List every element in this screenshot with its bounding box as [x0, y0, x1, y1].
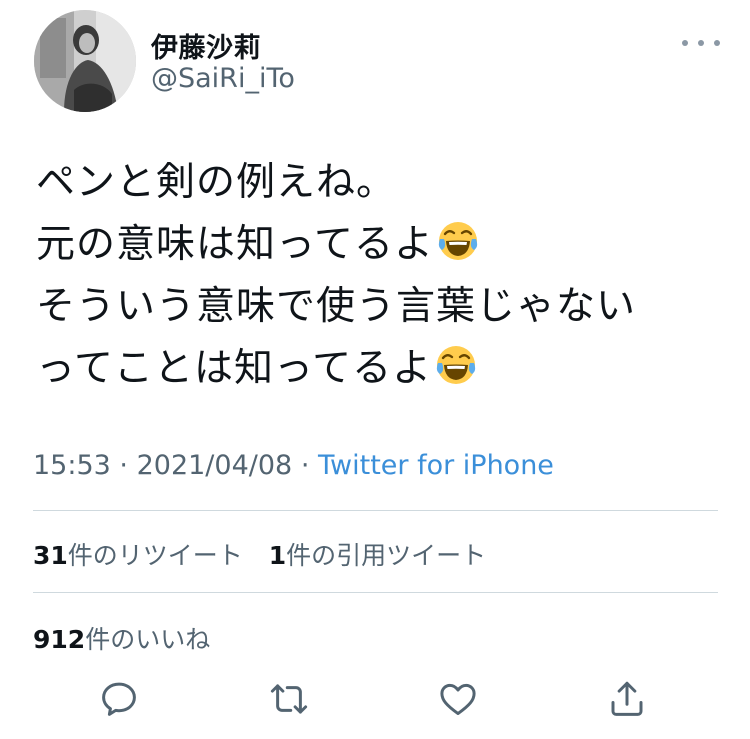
tweet-line-text: ってことは知ってるよ: [36, 346, 433, 391]
quotes-count: 1: [268, 541, 287, 570]
separator: ·: [300, 450, 310, 481]
heart-icon: [440, 683, 476, 716]
likes-count: 912: [33, 625, 86, 654]
tweet-date[interactable]: 2021/04/08: [137, 450, 293, 481]
dot: [682, 40, 688, 46]
share-icon: [611, 681, 643, 716]
like-button[interactable]: [437, 678, 479, 720]
divider: [33, 592, 718, 593]
engagement-stats: 31件のリツイート 1件の引用ツイート: [33, 536, 486, 572]
quotes-stat[interactable]: 1件の引用ツイート: [269, 536, 486, 572]
retweets-label: 件のリツイート: [67, 541, 243, 570]
dot: [698, 40, 704, 46]
retweets-count: 31: [33, 541, 68, 570]
dot: [714, 40, 720, 46]
share-button[interactable]: [606, 678, 648, 720]
tweet-line: ってことは知ってるよ: [36, 338, 726, 400]
likes-label: 件のいいね: [85, 625, 211, 654]
likes-stat[interactable]: 912件のいいね: [33, 620, 210, 656]
retweets-stat[interactable]: 31件のリツイート: [33, 536, 243, 572]
display-name[interactable]: 伊藤沙莉: [151, 26, 261, 65]
likes-stats: 912件のいいね: [33, 620, 210, 656]
tweet-timestamp: 15:53 · 2021/04/08 · Twitter for iPhone: [33, 450, 554, 481]
separator: ·: [119, 450, 128, 481]
retweet-button[interactable]: [268, 678, 310, 720]
tweet-line: 元の意味は知ってるよ: [36, 214, 726, 276]
reply-icon: [102, 682, 136, 716]
face-with-tears-of-joy-icon: [438, 222, 478, 260]
tweet-line-text: 元の意味は知ってるよ: [36, 222, 435, 267]
tweet-detail: 伊藤沙莉 @SaiRi_iTo ペンと剣の例えね。 元の意味は知ってるよ そうい…: [0, 0, 750, 739]
tweet-line-text: ペンと剣の例えね。: [36, 160, 397, 205]
tweet-line: ペンと剣の例えね。: [36, 152, 726, 214]
tweet-text: ペンと剣の例えね。 元の意味は知ってるよ そういう意味で使う言葉じゃない ってこ…: [36, 152, 726, 400]
user-handle[interactable]: @SaiRi_iTo: [151, 63, 295, 94]
more-dots-icon[interactable]: [680, 30, 722, 56]
reply-button[interactable]: [98, 678, 140, 720]
tweet-time[interactable]: 15:53: [33, 450, 111, 481]
face-with-tears-of-joy-icon: [436, 346, 476, 384]
avatar-photo: [34, 10, 136, 112]
tweet-source-link[interactable]: Twitter for iPhone: [318, 450, 554, 481]
tweet-line-text: そういう意味で使う言葉じゃない: [36, 284, 637, 329]
divider: [33, 510, 718, 511]
retweet-icon: [270, 684, 308, 714]
avatar[interactable]: [34, 10, 136, 112]
quotes-label: 件の引用ツイート: [286, 541, 487, 570]
tweet-line: そういう意味で使う言葉じゃない: [36, 276, 726, 338]
